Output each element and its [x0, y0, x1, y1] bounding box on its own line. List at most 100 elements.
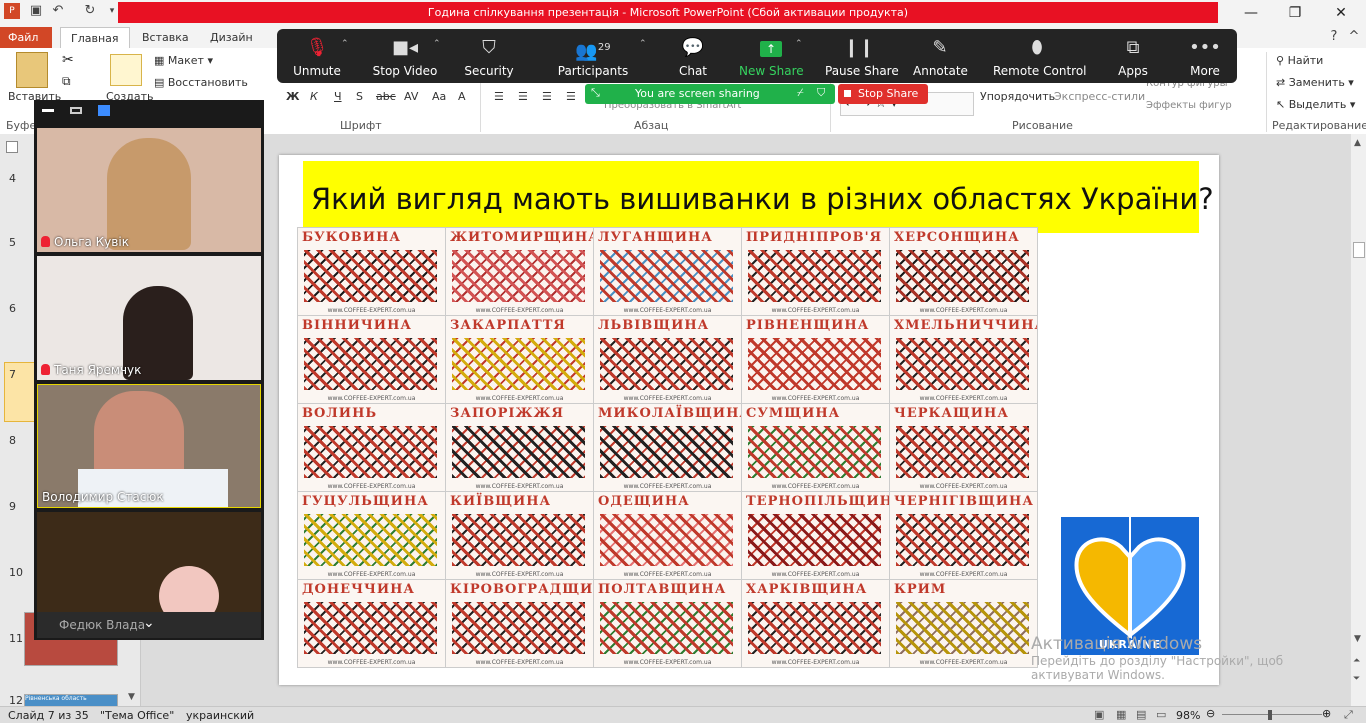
layout-label: Макет [167, 54, 204, 67]
align-center-icon[interactable]: ☰ [518, 90, 528, 103]
view-strip-icon[interactable] [98, 105, 110, 116]
chat-button[interactable]: 💬 Chat [671, 29, 715, 83]
slide-sorter-icon[interactable]: ▦ [1116, 708, 1126, 721]
tab-home[interactable]: Главная [60, 27, 130, 49]
apps-button[interactable]: ⧉ Apps [1113, 29, 1153, 83]
normal-view-icon[interactable]: ▣ [1094, 708, 1104, 721]
cut-icon[interactable]: ✂ [62, 52, 74, 68]
view-single-icon[interactable] [70, 107, 82, 114]
pause-share-button[interactable]: ❙❙ Pause Share [825, 29, 899, 83]
annotate-button[interactable]: ✎ Annotate [913, 29, 968, 83]
zoom-slider[interactable] [1222, 714, 1322, 715]
video-tile-active-speaker[interactable]: Володимир Стасюк [37, 384, 261, 508]
collapse-ribbon-icon[interactable]: ^ [1346, 29, 1362, 45]
strikethrough-button[interactable]: abc [376, 90, 396, 103]
stop-share-button[interactable]: Stop Share [838, 84, 928, 104]
embroidery-pattern [600, 338, 733, 390]
minimize-video-icon[interactable] [42, 109, 54, 112]
chevron-down-icon[interactable]: ⌃ [433, 39, 441, 49]
video-tile[interactable]: Таня Яремчук [37, 256, 261, 380]
align-right-icon[interactable]: ☰ [542, 90, 552, 103]
help-icon[interactable]: ? [1326, 29, 1342, 45]
zoom-meeting-toolbar: 🎙 ⌃ Unmute ■◂ ⌃ Stop Video ⛉ Security 👥2… [277, 29, 1237, 83]
security-button[interactable]: ⛉ Security [461, 29, 517, 83]
tab-file[interactable]: Файл [0, 27, 52, 48]
slide-canvas[interactable]: Який вигляд мають вишиванки в різних обл… [279, 155, 1219, 685]
new-share-button[interactable]: ↑ ⌃ New Share [739, 29, 804, 83]
site-credit: www.COFFEE-EXPERT.com.ua [919, 483, 1008, 490]
zoom-in-icon[interactable]: ⊕ [1322, 707, 1331, 720]
arrange-button[interactable]: Упорядочить [980, 90, 1055, 103]
thumb-number: 4 [9, 172, 16, 185]
new-slide-icon[interactable] [110, 54, 142, 86]
tab-insert[interactable]: Вставка [132, 27, 199, 48]
unmute-label: Unmute [293, 64, 341, 78]
participants-button[interactable]: 👥29 ⌃ Participants [553, 29, 647, 83]
paste-icon[interactable] [16, 52, 48, 88]
video-tile[interactable]: Ольга Кувік [37, 128, 261, 252]
remote-control-button[interactable]: ⬮ Remote Control [993, 29, 1087, 83]
embroidery-cell: ЛЬВІВЩИНА www.COFFEE-EXPERT.com.ua [593, 315, 742, 404]
fit-slide-icon[interactable]: ⤢ [1344, 708, 1353, 722]
site-credit: www.COFFEE-EXPERT.com.ua [327, 571, 416, 578]
stop-video-button[interactable]: ■◂ ⌃ Stop Video [367, 29, 443, 83]
shape-effects-button[interactable]: Эффекты фигур [1146, 100, 1232, 111]
embroidery-pattern [452, 602, 585, 654]
reading-view-icon[interactable]: ▤ [1136, 708, 1146, 721]
chevron-down-icon[interactable]: ⌃ [795, 39, 803, 49]
underline-button[interactable]: Ч [334, 90, 342, 103]
justify-icon[interactable]: ☰ [566, 90, 576, 103]
scroll-down-icon[interactable]: ▼ [128, 692, 135, 702]
participants-icon: 👥29 [575, 41, 611, 62]
slide-title[interactable]: Який вигляд мають вишиванки в різних обл… [303, 161, 1214, 233]
previous-slide-icon[interactable]: ⏶ [1353, 656, 1360, 666]
redo-icon[interactable]: ↻ [82, 3, 98, 19]
next-slide-icon[interactable]: ⏷ [1353, 674, 1360, 684]
unmute-button[interactable]: 🎙 ⌃ Unmute [283, 29, 351, 83]
zoom-level[interactable]: 98% [1176, 709, 1200, 722]
zoom-slider-thumb[interactable] [1268, 710, 1272, 720]
chevron-down-icon[interactable]: ⌃ [341, 39, 349, 49]
slideshow-icon[interactable]: ▭ [1156, 708, 1166, 721]
copy-icon[interactable]: ⧉ [62, 74, 71, 89]
group-separator [1266, 52, 1267, 132]
region-name: ЛЬВІВЩИНА [598, 318, 710, 333]
shadow-button[interactable]: S [356, 90, 363, 103]
undo-icon[interactable]: ↶ [50, 3, 66, 19]
select-button[interactable]: ↖ Выделить ▾ [1276, 98, 1355, 111]
site-credit: www.COFFEE-EXPERT.com.ua [771, 571, 860, 578]
site-credit: www.COFFEE-EXPERT.com.ua [327, 307, 416, 314]
thumb-number: 6 [9, 302, 16, 315]
outline-toggle[interactable] [6, 141, 18, 153]
layout-button[interactable]: ▦ Макет ▾ [154, 54, 213, 67]
change-case-button[interactable]: Aa [432, 90, 446, 103]
restore-button[interactable]: ❐ [1280, 2, 1310, 24]
zoom-out-icon[interactable]: ⊖ [1206, 707, 1215, 720]
vertical-scrollbar[interactable]: ▲ ▼ ⏶ ⏷ [1350, 134, 1366, 706]
pin-icon[interactable]: ⤡ [591, 86, 600, 100]
participant-silhouette [159, 566, 219, 612]
reset-button[interactable]: ▤ Восстановить [154, 76, 248, 89]
close-button[interactable]: ✕ [1326, 2, 1356, 24]
chevron-down-icon[interactable]: ⌄ [143, 615, 155, 631]
language-indicator[interactable]: украинский [186, 709, 254, 722]
char-spacing-button[interactable]: AV [404, 90, 418, 103]
align-left-icon[interactable]: ☰ [494, 90, 504, 103]
save-icon[interactable]: ▣ [28, 3, 44, 19]
minimize-button[interactable]: — [1236, 2, 1266, 24]
bold-button[interactable]: Ж [286, 90, 299, 103]
scroll-down-icon[interactable]: ▼ [1354, 634, 1361, 644]
replace-button[interactable]: ⇄ Заменить ▾ [1276, 76, 1354, 89]
scroll-up-icon[interactable]: ▲ [1354, 138, 1361, 148]
tab-design[interactable]: Дизайн [200, 27, 263, 48]
chevron-down-icon[interactable]: ⌃ [639, 39, 647, 49]
more-button[interactable]: ••• More [1181, 29, 1229, 83]
font-color-button[interactable]: A [458, 90, 466, 103]
pause-share-label: Pause Share [825, 64, 899, 78]
italic-button[interactable]: К [310, 90, 318, 103]
find-button[interactable]: ⚲ Найти [1276, 54, 1323, 67]
site-credit: www.COFFEE-EXPERT.com.ua [919, 307, 1008, 314]
scroll-thumb[interactable] [1353, 242, 1365, 258]
quick-styles-button[interactable]: Экспресс-стили [1054, 90, 1145, 103]
video-tile[interactable] [37, 512, 261, 612]
